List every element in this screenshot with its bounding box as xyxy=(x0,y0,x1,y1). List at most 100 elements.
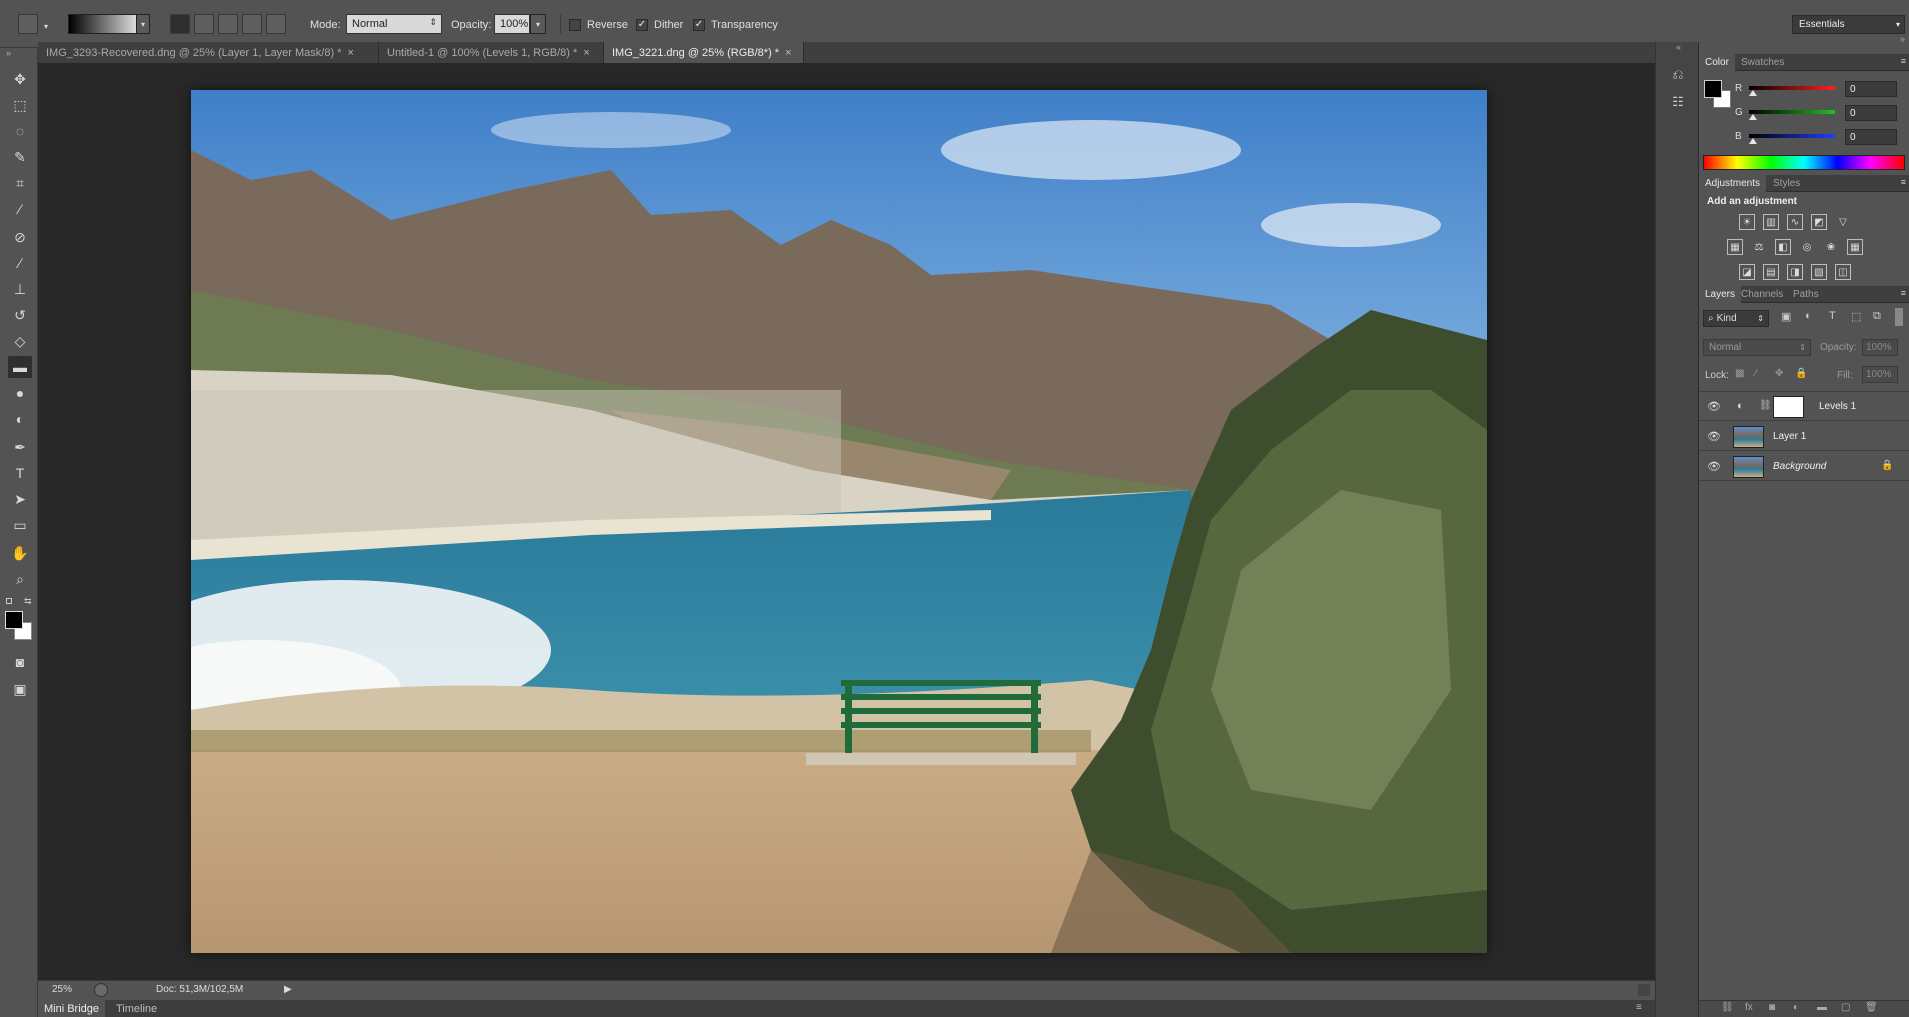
black-white-icon[interactable]: ◧ xyxy=(1775,239,1791,255)
tab-img-3293[interactable]: IMG_3293-Recovered.dng @ 25% (Layer 1, L… xyxy=(38,42,379,63)
invert-icon[interactable]: ◪ xyxy=(1739,264,1755,280)
red-value[interactable]: 0 xyxy=(1845,81,1897,97)
default-colors-icon[interactable] xyxy=(6,598,12,604)
diamond-gradient-button[interactable] xyxy=(266,14,286,34)
layer-opacity-field[interactable]: 100% xyxy=(1862,339,1898,356)
layer-filter-kind-select[interactable]: ⌕ Kind ⇕ xyxy=(1703,310,1769,327)
filter-type-icon[interactable]: T xyxy=(1829,310,1836,322)
dodge-tool-icon[interactable]: ◐ xyxy=(8,408,32,430)
move-tool-icon[interactable]: ✥ xyxy=(8,68,32,90)
layer-row-levels-1[interactable]: 👁 ◐ ⛓ Levels 1 xyxy=(1699,392,1909,421)
layer-name[interactable]: Layer 1 xyxy=(1773,431,1806,442)
tab-mini-bridge[interactable]: Mini Bridge xyxy=(38,1000,106,1017)
link-layers-icon[interactable]: ⛓ xyxy=(1721,1002,1734,1013)
layer-name[interactable]: Background xyxy=(1773,461,1826,472)
crop-tool-icon[interactable]: ⌗ xyxy=(8,172,32,194)
curves-icon[interactable]: ∿ xyxy=(1787,214,1803,230)
delete-layer-icon[interactable]: 🗑 xyxy=(1865,1002,1878,1013)
reverse-option[interactable]: Reverse xyxy=(569,15,628,34)
layer-row-layer-1[interactable]: 👁 Layer 1 xyxy=(1699,422,1909,451)
red-channel-slider[interactable]: R 0 xyxy=(1735,81,1905,97)
posterize-icon[interactable]: ▤ xyxy=(1763,264,1779,280)
panel-menu-icon[interactable]: ≡ xyxy=(1636,1002,1642,1013)
gradient-map-icon[interactable]: ▧ xyxy=(1811,264,1827,280)
selective-color-icon[interactable]: ◫ xyxy=(1835,264,1851,280)
panel-menu-icon[interactable]: ≡ xyxy=(1901,56,1906,66)
close-icon[interactable]: × xyxy=(583,47,589,59)
quick-selection-tool-icon[interactable]: ✎ xyxy=(8,146,32,168)
green-channel-slider[interactable]: G 0 xyxy=(1735,105,1905,121)
gradient-editor-dropdown[interactable]: ▾ xyxy=(136,14,150,34)
red-thumb[interactable] xyxy=(1749,90,1757,96)
workspace-switcher[interactable]: Essentials ▾ xyxy=(1792,15,1905,34)
layer-mask-thumbnail[interactable] xyxy=(1773,396,1804,418)
eyedropper-tool-icon[interactable]: ⁄ xyxy=(8,198,32,220)
history-panel-icon[interactable]: ⎌ xyxy=(1668,64,1688,84)
new-adjustment-icon[interactable]: ◐ xyxy=(1793,1002,1799,1013)
panel-menu-icon[interactable]: ≡ xyxy=(1901,177,1906,187)
green-thumb[interactable] xyxy=(1749,114,1757,120)
clone-stamp-tool-icon[interactable]: ⊥ xyxy=(8,278,32,300)
foreground-color-swatch[interactable] xyxy=(5,611,23,629)
hue-saturation-icon[interactable]: ▦ xyxy=(1727,239,1743,255)
transparency-option[interactable]: ✓ Transparency xyxy=(693,15,778,34)
mode-select[interactable]: Normal ⇕ xyxy=(346,14,442,34)
lock-pixels-icon[interactable]: ∕ xyxy=(1755,368,1757,379)
color-lookup-icon[interactable]: ▦ xyxy=(1847,239,1863,255)
new-group-icon[interactable]: ▬ xyxy=(1817,1002,1827,1013)
blue-channel-slider[interactable]: B 0 xyxy=(1735,129,1905,145)
layer-name[interactable]: Levels 1 xyxy=(1819,401,1856,412)
gradient-tool-preset-picker[interactable] xyxy=(18,14,38,34)
lasso-tool-icon[interactable]: ◌ xyxy=(8,120,32,142)
swap-colors-icon[interactable]: ⇆ xyxy=(24,596,32,607)
gradient-tool-icon[interactable]: ▬ xyxy=(8,356,32,378)
tab-color[interactable]: Color xyxy=(1699,54,1735,71)
tab-swatches[interactable]: Swatches xyxy=(1735,54,1790,71)
link-chain-icon[interactable]: ⛓ xyxy=(1759,400,1772,411)
green-track[interactable] xyxy=(1749,110,1835,114)
visibility-eye-icon[interactable]: 👁 xyxy=(1707,399,1721,413)
exposure-icon[interactable]: ◩ xyxy=(1811,214,1827,230)
marquee-tool-icon[interactable]: ⬚ xyxy=(8,94,32,116)
collapse-arrows-icon[interactable]: » xyxy=(6,48,11,58)
screen-mode-icon[interactable]: ▣ xyxy=(8,678,32,700)
reverse-checkbox[interactable] xyxy=(569,18,581,31)
close-icon[interactable]: × xyxy=(785,47,791,59)
rectangle-tool-icon[interactable]: ▭ xyxy=(8,514,32,536)
threshold-icon[interactable]: ◨ xyxy=(1787,264,1803,280)
blue-value[interactable]: 0 xyxy=(1845,129,1897,145)
panel-menu-icon[interactable]: ≡ xyxy=(1901,288,1906,298)
add-mask-icon[interactable]: ◙ xyxy=(1769,1002,1775,1013)
blend-mode-select[interactable]: Normal ⇕ xyxy=(1703,339,1811,356)
expand-arrows-icon[interactable]: « xyxy=(1676,42,1681,52)
zoom-level[interactable]: 25% xyxy=(52,984,72,995)
radial-gradient-button[interactable] xyxy=(194,14,214,34)
tab-timeline[interactable]: Timeline xyxy=(110,1000,163,1017)
fill-field[interactable]: 100% xyxy=(1862,366,1898,383)
lock-position-icon[interactable]: ✥ xyxy=(1775,368,1783,379)
filter-toggle[interactable] xyxy=(1895,308,1903,326)
color-fg-swatch[interactable] xyxy=(1704,80,1722,98)
tab-channels[interactable]: Channels xyxy=(1735,286,1789,303)
opacity-slider-toggle[interactable]: ▾ xyxy=(530,14,546,34)
reflected-gradient-button[interactable] xyxy=(242,14,262,34)
chevron-down-icon[interactable]: ▾ xyxy=(44,22,48,31)
collapse-arrows-icon[interactable]: » xyxy=(1900,34,1905,44)
layer-style-icon[interactable]: fx xyxy=(1745,1002,1753,1013)
blur-tool-icon[interactable]: ● xyxy=(8,382,32,404)
path-selection-tool-icon[interactable]: ➤ xyxy=(8,488,32,510)
tab-adjustments[interactable]: Adjustments xyxy=(1699,175,1767,192)
quick-mask-icon[interactable]: ◙ xyxy=(8,651,32,673)
green-value[interactable]: 0 xyxy=(1845,105,1897,121)
status-info-icon[interactable] xyxy=(94,983,108,997)
brightness-contrast-icon[interactable]: ☀ xyxy=(1739,214,1755,230)
angle-gradient-button[interactable] xyxy=(218,14,238,34)
document-canvas-image[interactable] xyxy=(191,90,1487,953)
levels-icon[interactable]: ▥ xyxy=(1763,214,1779,230)
tab-styles[interactable]: Styles xyxy=(1767,175,1806,192)
tab-img-3221[interactable]: IMG_3221.dng @ 25% (RGB/8*) * × xyxy=(604,42,804,63)
properties-panel-icon[interactable]: ☷ xyxy=(1668,92,1688,112)
history-brush-tool-icon[interactable]: ↺ xyxy=(8,304,32,326)
blue-track[interactable] xyxy=(1749,134,1835,138)
lock-transparent-icon[interactable]: ▩ xyxy=(1735,368,1744,379)
